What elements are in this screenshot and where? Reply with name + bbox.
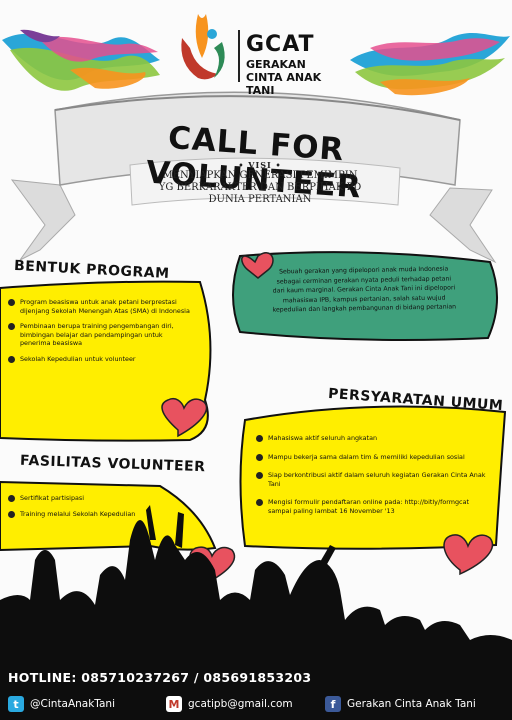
bullet-icon — [256, 435, 263, 442]
logo-divider — [238, 30, 240, 82]
list-item: Sekolah Kepedulian untuk volunteer — [8, 355, 193, 364]
bullet-icon — [256, 472, 263, 480]
list-item: Program beasiswa untuk anak petani berpr… — [8, 298, 193, 315]
list-item: Training melalui Sekolah Kepedulian — [8, 510, 158, 519]
list-item: Mengisi formulir pendaftaran online pada… — [256, 498, 488, 515]
persyaratan-list: Mahasiswa aktif seluruh angkatan Mampu b… — [256, 434, 488, 526]
twitter-link[interactable]: t @CintaAnakTani — [8, 695, 115, 713]
list-item-text: Sertifikat partisipasi — [20, 494, 85, 502]
bullet-icon — [256, 453, 263, 461]
list-item: Siap berkontribusi aktif dalam seluruh k… — [256, 471, 488, 488]
visi-label: • VISI • — [238, 160, 282, 170]
about-text: Sebuah gerakan yang dipelopori anak muda… — [248, 264, 481, 316]
list-item: Mahasiswa aktif seluruh angkatan — [256, 434, 488, 443]
logo-text-line-2: CINTA ANAK TANI — [246, 71, 322, 97]
twitter-icon: t — [8, 696, 24, 712]
bullet-icon — [8, 510, 15, 518]
list-item-text: Sekolah Kepedulian untuk volunteer — [20, 354, 136, 363]
visi-line: YG BERKARAKTER DAN BERPIHAK PD — [158, 182, 362, 193]
list-item-text: Program beasiswa untuk anak petani berpr… — [20, 298, 190, 315]
list-item: Sertifikat partisipasi — [8, 494, 158, 503]
swirl-right — [350, 33, 510, 96]
hotline-text: HOTLINE: 085710237267 / 085691853203 — [8, 670, 312, 685]
visi-block: • VISI • MENYIAPKAN GENERASI PEMIMPIN YG… — [140, 160, 380, 206]
bullet-icon — [8, 495, 15, 502]
bullet-icon — [8, 299, 15, 306]
gmail-icon: M — [166, 696, 182, 712]
facebook-page: Gerakan Cinta Anak Tani — [347, 698, 476, 710]
facebook-link[interactable]: f Gerakan Cinta Anak Tani — [325, 695, 476, 713]
bullet-icon — [8, 355, 15, 363]
list-item-text: Pembinaan berupa training pengembangan d… — [20, 322, 174, 348]
visi-line: MENYIAPKAN GENERASI PEMIMPIN — [162, 170, 358, 181]
list-item: Mampu bekerja sama dalam tim & memiliki … — [256, 453, 488, 462]
list-item-text: Siap berkontribusi aktif dalam seluruh k… — [268, 471, 486, 488]
list-item-text: Mengisi formulir pendaftaran online pada… — [268, 498, 469, 515]
facebook-icon: f — [325, 696, 341, 712]
list-item: Pembinaan berupa training pengembangan d… — [8, 322, 193, 348]
email-link[interactable]: M gcatipb@gmail.com — [166, 695, 293, 713]
email-address: gcatipb@gmail.com — [188, 698, 293, 710]
gcat-logo-icon — [181, 14, 225, 80]
logo-abbreviation: GCAT — [246, 32, 315, 57]
swirl-left — [2, 29, 160, 91]
gcat-logo: GCAT GERAKAN CINTA ANAK TANI — [168, 8, 348, 97]
bullet-icon — [256, 499, 263, 507]
fasilitas-list: Sertifikat partisipasi Training melalui … — [8, 494, 158, 525]
bullet-icon — [8, 323, 15, 331]
poster: GCAT GERAKAN CINTA ANAK TANI CALL FOR VO… — [0, 0, 512, 720]
list-item-text: Training melalui Sekolah Kepedulian — [20, 509, 136, 518]
list-item-text: Mahasiswa aktif seluruh angkatan — [268, 434, 378, 442]
logo-text-line-1: GERAKAN — [246, 58, 306, 71]
visi-line: DUNIA PERTANIAN — [208, 194, 312, 205]
program-list: Program beasiswa untuk anak petani berpr… — [8, 298, 193, 371]
list-item-text: Mampu bekerja sama dalam tim & memiliki … — [268, 452, 465, 461]
twitter-handle: @CintaAnakTani — [30, 698, 115, 710]
